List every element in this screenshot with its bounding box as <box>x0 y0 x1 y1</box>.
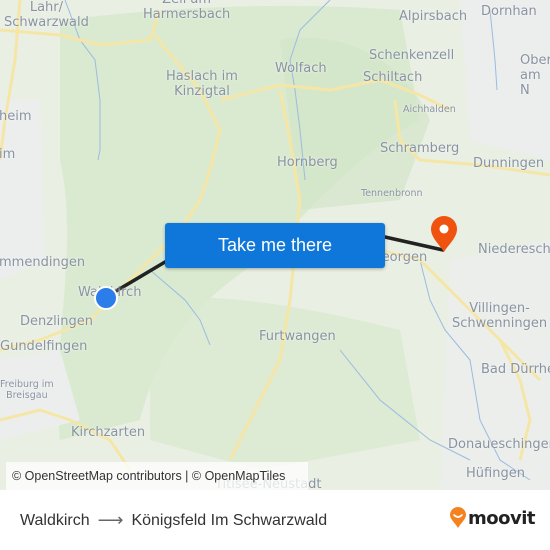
destination-name: Königsfeld Im Schwarzwald <box>131 511 328 529</box>
place-label: im <box>0 147 16 162</box>
place-label: Kirchzarten <box>71 425 146 440</box>
place-label: Alpirsbach <box>399 9 468 24</box>
place-label: Dornhan <box>481 4 537 19</box>
place-label: Dunningen <box>473 156 545 171</box>
place-label: Zell am Harmersbach <box>143 0 231 22</box>
map-attribution[interactable]: © OpenStreetMap contributors | © OpenMap… <box>6 462 308 490</box>
arrow-right-icon: ⟶ <box>97 510 124 530</box>
map-canvas[interactable]: Lahr/ Schwarzwald Zell am Harmersbach Ha… <box>0 0 550 490</box>
place-label: Schramberg <box>380 141 460 156</box>
take-me-there-button[interactable]: Take me there <box>165 223 385 268</box>
place-label: Schenkenzell <box>369 48 455 63</box>
place-label: Haslach im Kinzigtal <box>166 69 238 99</box>
place-label: Hüfingen <box>466 466 525 481</box>
place-label: Schiltach <box>363 70 423 85</box>
attribution-text: © OpenStreetMap contributors | © OpenMap… <box>12 469 286 483</box>
place-label: Wolfach <box>275 61 327 76</box>
route-summary: Waldkirch ⟶ Königsfeld Im Schwarzwald <box>20 510 327 531</box>
place-label: mmendingen <box>0 255 86 270</box>
place-label: Lahr/ Schwarzwald <box>4 0 89 30</box>
place-label: Denzlingen <box>20 314 94 329</box>
place-label: Hornberg <box>277 155 338 170</box>
place-label: Gundelfingen <box>0 339 88 354</box>
footer: Waldkirch ⟶ Königsfeld Im Schwarzwald mo… <box>0 490 550 550</box>
place-label: heim <box>0 109 32 124</box>
place-label: Aichhalden <box>403 104 456 115</box>
place-label: Villingen- Schwenningen <box>452 301 548 331</box>
place-label: Niedereschach <box>478 242 550 257</box>
destination-pin-icon[interactable] <box>429 216 459 254</box>
open-area <box>0 100 45 280</box>
origin-name: Waldkirch <box>20 511 90 529</box>
place-label: Freiburg im Breisgau <box>0 379 54 401</box>
place-label: Tennenbronn <box>361 188 423 199</box>
moovit-pin-icon <box>450 507 466 528</box>
place-label: Ober am N <box>520 53 550 98</box>
moovit-wordmark: moovit <box>468 507 536 529</box>
place-label: Furtwangen <box>259 329 336 344</box>
place-label: Bad Dürrheim <box>481 362 550 377</box>
origin-marker[interactable] <box>93 285 119 311</box>
place-label: Donaueschingen <box>448 437 550 452</box>
moovit-logo[interactable]: moovit <box>449 507 536 529</box>
